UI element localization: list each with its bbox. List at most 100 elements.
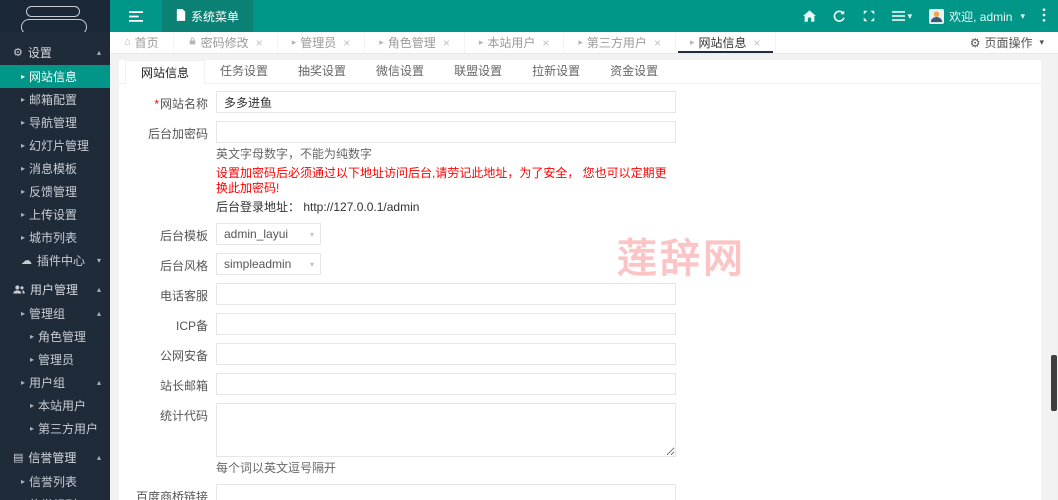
sidebar-item[interactable]: ▸ 本站用户: [0, 394, 110, 417]
field-label: 公网安备: [159, 349, 208, 363]
caret-right-icon: ▸: [21, 233, 26, 242]
caret-right-icon: ▸: [21, 95, 26, 104]
settings-form: *网站名称后台加密码英文字母数字，不能为纯数字设置加密码后必须通过以下地址访问后…: [119, 84, 1041, 500]
sidebar-item[interactable]: ▸ 管理员: [0, 348, 110, 371]
document-icon: [176, 8, 186, 24]
window-tab[interactable]: ▸ 网站信息 ×: [676, 32, 776, 53]
window-tab[interactable]: ▸ 本站用户 ×: [465, 32, 565, 53]
sidebar-item[interactable]: ▸ 反馈管理: [0, 180, 110, 203]
sidebar-item[interactable]: ⚙ 设置 ▴: [0, 39, 110, 65]
sidebar-item[interactable]: 用户管理 ▴: [0, 276, 110, 302]
field-label: 后台加密码: [147, 127, 208, 141]
fullscreen-icon[interactable]: [863, 10, 875, 22]
field-help-text: 设置加密码后必须通过以下地址访问后台,请劳记此地址，为了安全， 您也可以定期更换…: [216, 166, 667, 195]
caret-right-icon: ▸: [291, 37, 297, 47]
settings-tab[interactable]: 抽奖设置: [283, 60, 361, 83]
refresh-icon[interactable]: [833, 10, 846, 23]
close-icon[interactable]: ×: [256, 37, 263, 49]
close-icon[interactable]: ×: [542, 37, 549, 49]
user-menu[interactable]: 欢迎, admin ▾: [929, 8, 1025, 25]
field-help-text: 英文字母数字，不能为纯数字: [216, 147, 373, 161]
window-tab-bar: ⌂ 首页 密码修改 × ▸ 管理员 × ▸ 角色管理 × ▸ 本站用户 × ▸ 第三方用户 × ▸ 网站信息 × ⚙…: [110, 32, 1058, 54]
close-icon[interactable]: ×: [443, 37, 450, 49]
scrollbar-thumb[interactable]: [1051, 355, 1057, 411]
form-row-webmaster-email: 站长邮箱: [119, 373, 1041, 395]
window-tab[interactable]: 密码修改 ×: [174, 32, 278, 53]
page-actions-button[interactable]: ⚙ 页面操作 ▾: [956, 32, 1058, 53]
sidebar-item-label: 用户组: [29, 376, 66, 390]
form-row-gongan: 公网安备: [119, 343, 1041, 365]
window-tab[interactable]: ▸ 管理员 ×: [278, 32, 366, 53]
sidebar-item[interactable]: ▸ 信誉列表: [0, 470, 110, 493]
sidebar-item-label: 幻灯片管理: [29, 139, 90, 153]
settings-tab[interactable]: 网站信息: [125, 60, 206, 84]
sidebar-item[interactable]: ▸ 导航管理: [0, 111, 110, 134]
chevron-down-icon: ▾: [1039, 37, 1044, 47]
sidebar-item[interactable]: ▸ 角色管理: [0, 325, 110, 348]
window-tab[interactable]: ▸ 角色管理 ×: [365, 32, 465, 53]
settings-tab[interactable]: 拉新设置: [517, 60, 595, 83]
admin-style-select[interactable]: simpleadmin ▾: [216, 253, 321, 275]
sidebar-item[interactable]: ▸ 管理组 ▴: [0, 302, 110, 325]
chevron-down-icon: ▾: [96, 256, 101, 265]
more-options-icon[interactable]: [1042, 7, 1046, 25]
gear-icon: ⚙: [969, 35, 981, 50]
close-icon[interactable]: ×: [654, 37, 661, 49]
sidebar-item[interactable]: ☁ 插件中心 ▾: [0, 249, 110, 272]
avatar: [929, 8, 945, 24]
sidebar-item[interactable]: ▸ 邮箱配置: [0, 88, 110, 111]
admin-code-input[interactable]: [216, 121, 676, 143]
home-icon[interactable]: [802, 10, 816, 22]
sidebar-item[interactable]: ▸ 用户组 ▴: [0, 371, 110, 394]
chevron-up-icon: ▴: [96, 284, 101, 294]
settings-tab[interactable]: 联盟设置: [439, 60, 517, 83]
chevron-down-icon: ▾: [309, 259, 314, 269]
system-menu-button[interactable]: 系统菜单: [162, 0, 254, 32]
sidebar-item[interactable]: ▸ 消息模板: [0, 157, 110, 180]
caret-right-icon: ▸: [21, 141, 26, 150]
list-icon: ▤: [13, 451, 24, 464]
window-tab-label: 密码修改: [200, 36, 249, 50]
sidebar-item-label: 本站用户: [38, 399, 87, 413]
webmaster-email-input[interactable]: [216, 373, 676, 395]
sidebar-item[interactable]: ▸ 第三方用户: [0, 417, 110, 440]
form-row-admin-code: 后台加密码 英文字母数字，不能为纯数字设置加密码后必须通过以下地址访问后台,请劳记…: [119, 121, 1041, 215]
window-tab[interactable]: ⌂ 首页: [110, 32, 174, 53]
chevron-down-icon: ▾: [309, 229, 314, 239]
welcome-text: 欢迎, admin: [949, 9, 1013, 24]
window-tab-label: 首页: [134, 36, 159, 50]
sidebar-item[interactable]: ▸ 城市列表: [0, 226, 110, 249]
settings-tab[interactable]: 资金设置: [595, 60, 673, 83]
logo-shape: [21, 19, 87, 32]
sidebar-item[interactable]: ▸ 上传设置: [0, 203, 110, 226]
sidebar-item-label: 信誉规则: [29, 496, 77, 500]
sidebar-item-label: 设置: [27, 45, 52, 60]
baidu-bridge-input[interactable]: [216, 484, 676, 500]
close-icon[interactable]: ×: [754, 37, 761, 49]
close-icon[interactable]: ×: [343, 37, 350, 49]
form-row-phone-service: 电话客服: [119, 283, 1041, 305]
admin-template-select[interactable]: admin_layui ▾: [216, 223, 321, 245]
sidebar-nav: ⚙ 设置 ▴ ▸ 网站信息 ▸ 邮箱配置 ▸ 导航管理 ▸ 幻灯片管理 ▸ 消息模板 ▸ 反馈管理 ▸ 上传设置…: [0, 32, 110, 500]
settings-tab[interactable]: 任务设置: [205, 60, 283, 83]
caret-right-icon: ▸: [30, 332, 35, 341]
stats-code-textarea[interactable]: [216, 403, 676, 457]
sidebar-toggle-icon[interactable]: [110, 0, 162, 32]
sidebar-item-label: 插件中心: [37, 254, 86, 268]
window-tab[interactable]: ▸ 第三方用户 ×: [564, 32, 676, 53]
sidebar-item[interactable]: ▸ 幻灯片管理: [0, 134, 110, 157]
phone-service-input[interactable]: [216, 283, 676, 305]
main-area: 网站信息任务设置抽奖设置微信设置联盟设置拉新设置资金设置 *网站名称后台加密码英…: [110, 55, 1050, 500]
window-tab-label: 网站信息: [698, 36, 747, 50]
gongan-input[interactable]: [216, 343, 676, 365]
form-row-icp: ICP备: [119, 313, 1041, 335]
layout-menu-icon[interactable]: ▾: [891, 11, 912, 21]
field-help-text: 每个词以英文逗号隔开: [216, 461, 337, 475]
settings-tab[interactable]: 微信设置: [361, 60, 439, 83]
site-name-input[interactable]: [216, 91, 676, 113]
sidebar-item[interactable]: ▸ 网站信息: [0, 65, 110, 88]
sidebar-item[interactable]: ▤ 信誉管理 ▴: [0, 444, 110, 470]
chevron-up-icon: ▴: [96, 47, 101, 57]
icp-input[interactable]: [216, 313, 676, 335]
sidebar-item[interactable]: ▸信誉规则: [0, 493, 110, 500]
